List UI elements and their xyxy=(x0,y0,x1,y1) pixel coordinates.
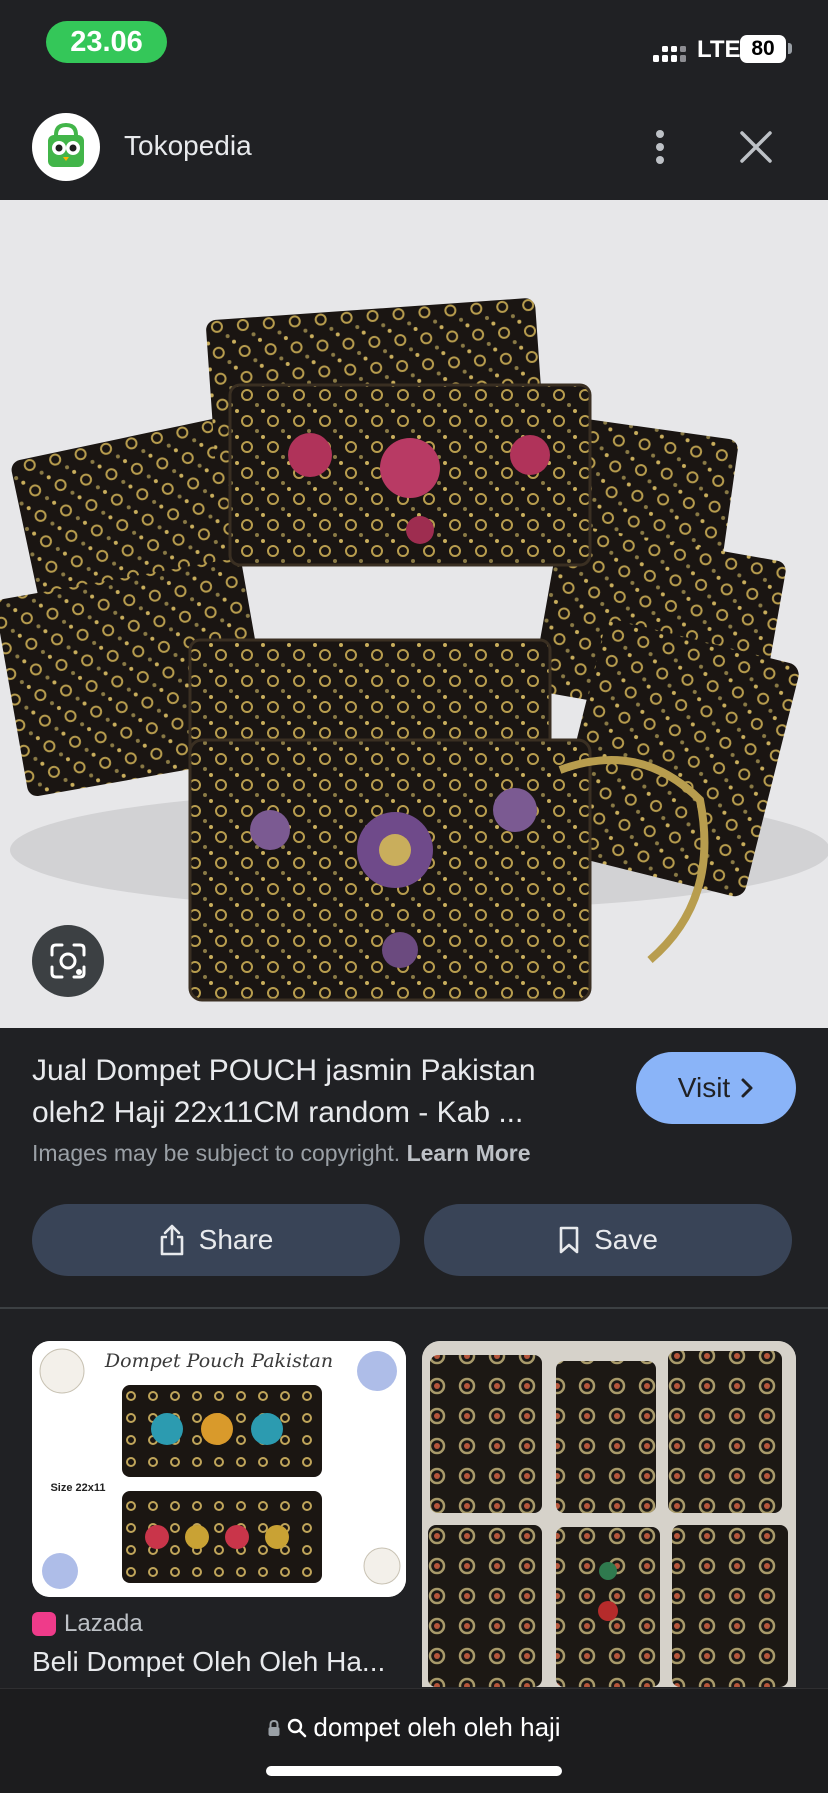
section-divider xyxy=(0,1307,828,1309)
battery-icon: 80 xyxy=(740,35,786,63)
related-image-2[interactable] xyxy=(422,1341,796,1687)
visit-label: Visit xyxy=(677,1072,731,1103)
learn-more-link[interactable]: Learn More xyxy=(407,1140,531,1166)
owl-bag-icon xyxy=(48,122,84,167)
pouch-collage-illustration: Dompet Pouch Pakistan Size 22x11 xyxy=(32,1341,406,1597)
copyright-notice: Images may be subject to copyright. Lear… xyxy=(32,1140,531,1167)
visit-button[interactable]: Visit xyxy=(636,1052,796,1124)
related-image-1[interactable]: Dompet Pouch Pakistan Size 22x11 xyxy=(32,1341,406,1597)
share-label: Share xyxy=(198,1224,274,1255)
battery-level: 80 xyxy=(751,37,775,60)
related-source-1[interactable]: Lazada xyxy=(64,1610,143,1638)
chevron-right-icon xyxy=(741,1078,753,1098)
product-image[interactable] xyxy=(0,200,828,1028)
status-time: 23.06 xyxy=(46,21,167,63)
collage-caption: Dompet Pouch Pakistan xyxy=(104,1350,333,1372)
site-name[interactable]: Tokopedia xyxy=(124,130,252,162)
save-label: Save xyxy=(594,1224,658,1255)
embroidered-pouches-illustration xyxy=(0,200,828,1028)
collage-size-label: Size 22x11 xyxy=(50,1482,105,1494)
more-options-icon[interactable] xyxy=(648,126,672,170)
close-icon[interactable] xyxy=(738,128,774,166)
save-button[interactable]: Save xyxy=(424,1204,792,1276)
signal-icon xyxy=(653,46,686,62)
home-indicator[interactable] xyxy=(266,1766,562,1776)
bookmark-icon xyxy=(559,1226,579,1254)
tokopedia-logo-icon[interactable] xyxy=(32,113,100,181)
search-icon xyxy=(288,1718,307,1737)
result-title[interactable]: Jual Dompet POUCH jasmin Pakistan oleh2 … xyxy=(32,1050,612,1134)
search-query: dompet oleh oleh haji xyxy=(313,1712,561,1742)
copyright-text: Images may be subject to copyright. xyxy=(32,1140,401,1166)
pouch-grid-illustration xyxy=(422,1341,796,1687)
share-button[interactable]: Share xyxy=(32,1204,400,1276)
lens-icon xyxy=(50,943,86,979)
share-icon xyxy=(160,1224,183,1256)
lazada-icon xyxy=(32,1612,56,1636)
google-lens-button[interactable] xyxy=(32,925,104,997)
address-field[interactable]: dompet oleh oleh haji xyxy=(0,1712,828,1743)
network-label: LTE xyxy=(697,36,741,63)
related-title-1[interactable]: Beli Dompet Oleh Oleh Ha... xyxy=(32,1646,412,1678)
battery-tip xyxy=(788,43,792,54)
lock-icon xyxy=(268,1719,280,1736)
